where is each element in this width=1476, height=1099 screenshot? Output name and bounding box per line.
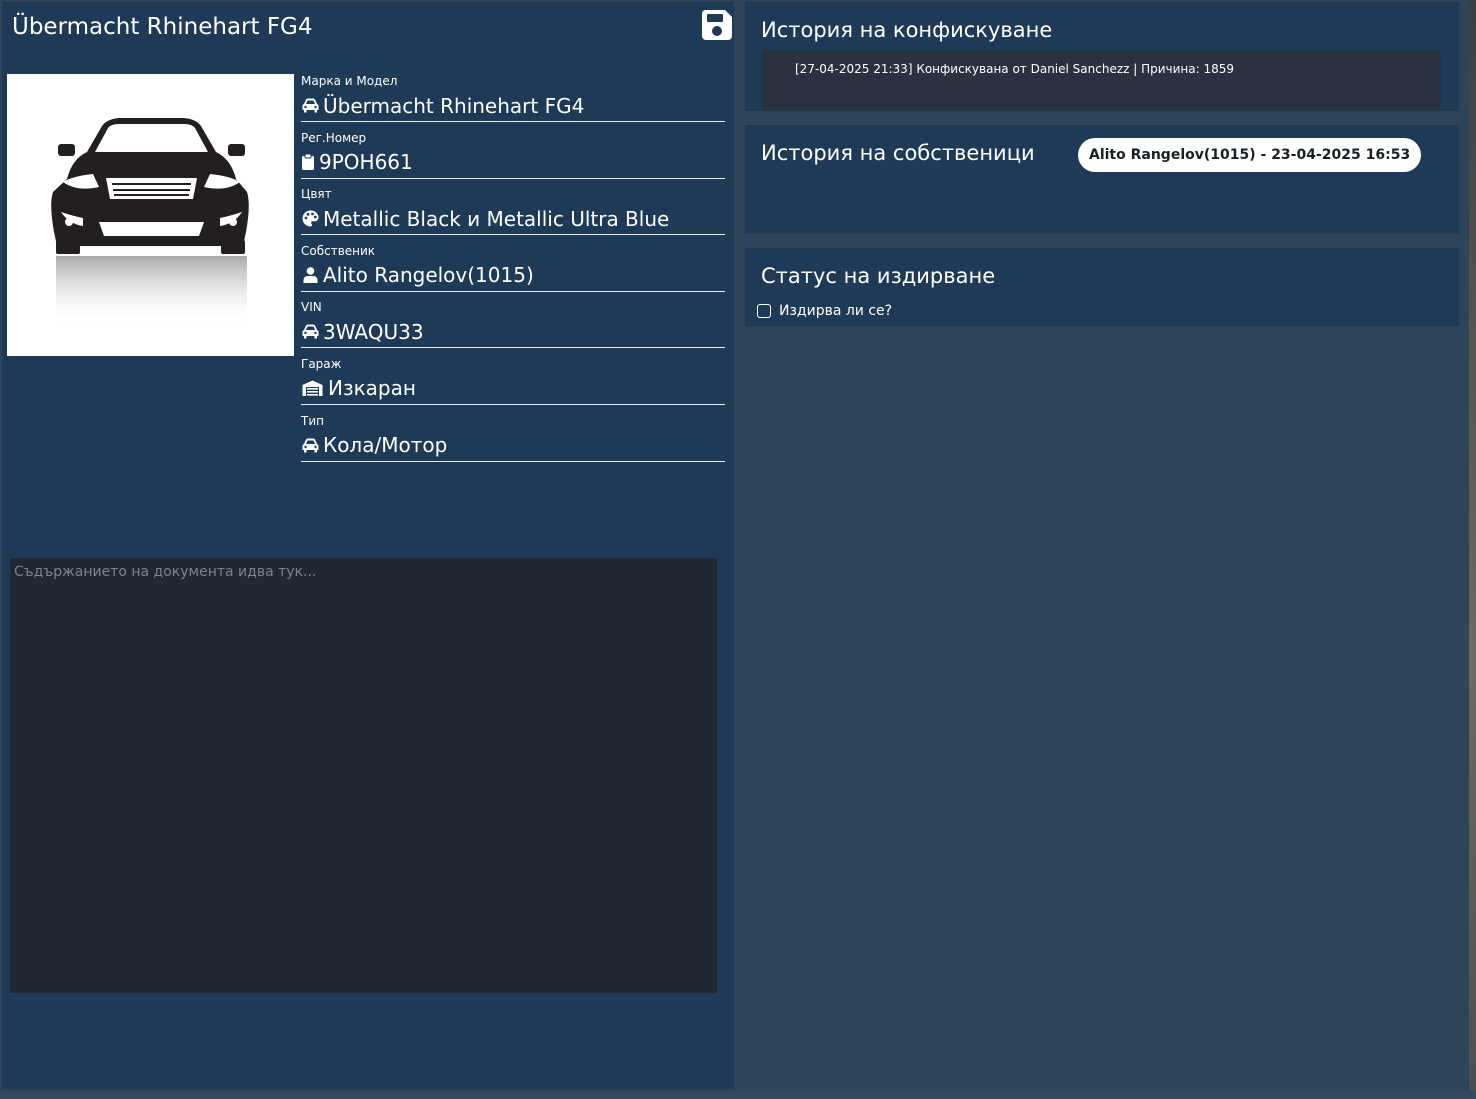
field-vin: VIN 3WAQU33 bbox=[301, 298, 725, 355]
vehicle-fields: Марка и Модел Übermacht Rhinehart FG4 Ре… bbox=[301, 72, 725, 468]
vehicle-title: Übermacht Rhinehart FG4 bbox=[12, 14, 313, 40]
car-icon bbox=[301, 436, 319, 454]
background-edge bbox=[1469, 0, 1476, 1099]
field-value: 9POH661 bbox=[301, 147, 725, 179]
owner-history-card: История на собственици Alito Rangelov(10… bbox=[745, 125, 1459, 234]
vehicle-image bbox=[7, 74, 294, 356]
vehicle-details-panel: Übermacht Rhinehart FG4 Марка и Модел Üb… bbox=[2, 2, 734, 1089]
palette-icon bbox=[301, 210, 319, 228]
floppy-disk-icon bbox=[701, 10, 732, 40]
confiscation-history-title: История на конфискуване bbox=[761, 18, 1053, 42]
field-label: VIN bbox=[301, 300, 322, 315]
confiscation-history-card: История на конфискуване [27-04-2025 21:3… bbox=[745, 2, 1459, 111]
car-icon bbox=[301, 323, 319, 341]
field-label: Цвят bbox=[301, 187, 332, 202]
field-label: Марка и Модел bbox=[301, 74, 398, 88]
field-type: Тип Кола/Мотор bbox=[301, 412, 725, 469]
field-text: Alito Rangelov(1015) bbox=[323, 263, 534, 288]
field-text: Metallic Black и Metallic Ultra Blue bbox=[323, 206, 670, 231]
field-value: Кола/Мотор bbox=[301, 430, 725, 462]
wanted-checkbox[interactable] bbox=[757, 304, 771, 318]
user-icon bbox=[301, 266, 319, 284]
field-value: Übermacht Rhinehart FG4 bbox=[301, 90, 725, 122]
field-text: Изкаран bbox=[328, 376, 416, 401]
bottom-strip bbox=[0, 1091, 1476, 1099]
field-owner: Собственик Alito Rangelov(1015) bbox=[301, 242, 725, 299]
wanted-status-card: Статус на издирване Издирва ли се? bbox=[745, 248, 1459, 326]
field-plate: Рег.Номер 9POH661 bbox=[301, 129, 725, 186]
field-label: Собственик bbox=[301, 243, 376, 258]
owner-history-title: История на собственици bbox=[761, 141, 1035, 165]
warehouse-icon bbox=[301, 379, 323, 397]
field-label: Тип bbox=[301, 413, 324, 428]
field-text: 3WAQU33 bbox=[323, 319, 424, 344]
field-value: Изкаран bbox=[301, 373, 725, 405]
field-text: Übermacht Rhinehart FG4 bbox=[323, 93, 585, 118]
field-text: 9POH661 bbox=[319, 150, 413, 175]
field-text: Кола/Мотор bbox=[323, 433, 448, 458]
car-front-icon bbox=[51, 118, 249, 326]
wanted-checkbox-label: Издирва ли се? bbox=[779, 303, 893, 319]
field-label: Рег.Номер bbox=[301, 130, 367, 145]
save-button[interactable] bbox=[701, 9, 733, 41]
field-color: Цвят Metallic Black и Metallic Ultra Blu… bbox=[301, 185, 725, 242]
field-label: Гараж bbox=[301, 356, 342, 371]
document-content-textarea[interactable] bbox=[10, 558, 717, 993]
vehicle-record-app: Übermacht Rhinehart FG4 Марка и Модел Üb… bbox=[0, 0, 1476, 1099]
car-icon bbox=[301, 97, 319, 115]
field-value: Metallic Black и Metallic Ultra Blue bbox=[301, 203, 725, 236]
confiscation-log: [27-04-2025 21:33] Конфискувана от Danie… bbox=[762, 50, 1441, 111]
field-value: 3WAQU33 bbox=[301, 316, 725, 349]
field-garage: Гараж Изкаран bbox=[301, 355, 725, 412]
clipboard-icon bbox=[301, 153, 315, 171]
field-value: Alito Rangelov(1015) bbox=[301, 260, 725, 292]
owner-history-entry[interactable]: Alito Rangelov(1015) - 23-04-2025 16:53 bbox=[1078, 138, 1422, 172]
confiscation-entry: [27-04-2025 21:33] Конфискувана от Danie… bbox=[795, 62, 1235, 76]
wanted-toggle[interactable]: Издирва ли се? bbox=[757, 303, 892, 319]
wanted-status-title: Статус на издирване bbox=[761, 264, 996, 288]
field-make-model: Марка и Модел Übermacht Rhinehart FG4 bbox=[301, 72, 725, 129]
